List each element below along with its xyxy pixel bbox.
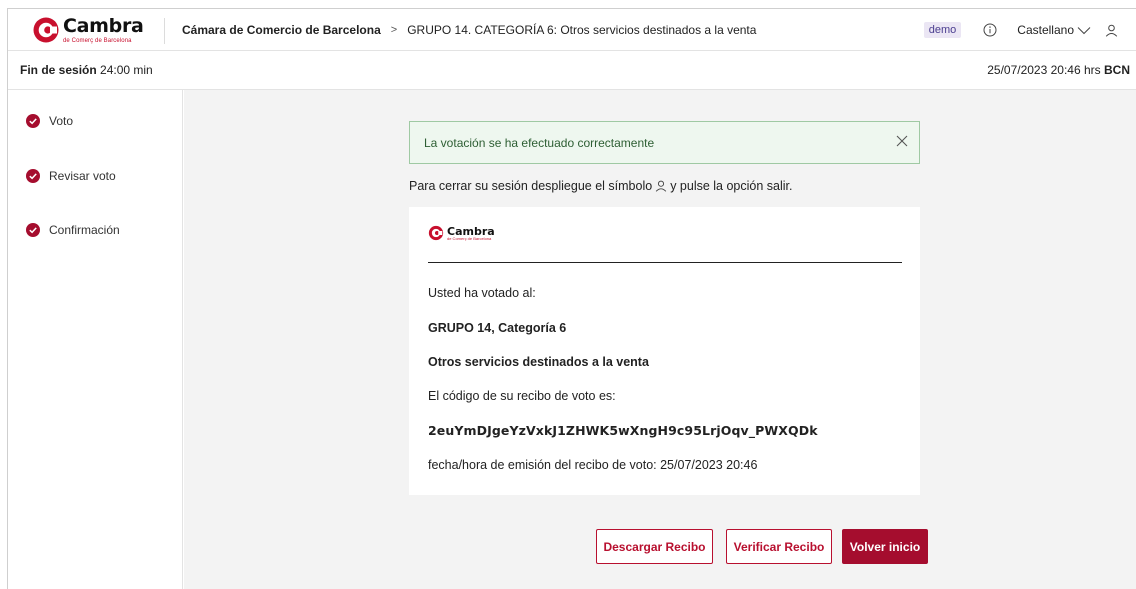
chevron-down-icon xyxy=(1077,26,1091,34)
logout-instruction: Para cerrar su sesión despliegue el símb… xyxy=(409,179,792,193)
city-code: BCN xyxy=(1104,63,1130,77)
step-label: Confirmación xyxy=(49,223,120,237)
breadcrumb-separator: > xyxy=(390,24,398,36)
cambra-logo-icon xyxy=(428,225,444,241)
header-divider xyxy=(164,18,165,44)
app-window: Cambra de Comerç de Barcelona Cámara de … xyxy=(7,8,1136,589)
instruction-before: Para cerrar su sesión despliegue el símb… xyxy=(409,179,653,193)
receipt-code-label: El código de su recibo de voto es: xyxy=(428,389,616,403)
check-circle-icon xyxy=(26,223,40,237)
language-label: Castellano xyxy=(1017,23,1074,37)
user-icon[interactable] xyxy=(1105,24,1118,37)
close-icon[interactable] xyxy=(896,135,908,147)
receipt-divider xyxy=(428,262,902,263)
check-circle-icon xyxy=(26,114,40,128)
check-circle-icon xyxy=(26,169,40,183)
receipt-issue-label: fecha/hora de emisión del recibo de voto… xyxy=(428,458,657,472)
cambra-logo-icon xyxy=(33,17,59,43)
breadcrumb-organization[interactable]: Cámara de Comercio de Barcelona xyxy=(182,23,381,37)
session-timer: Fin de sesión 24:00 min xyxy=(20,63,153,77)
receipt-brand-name: Cambra xyxy=(447,224,495,238)
current-datetime: 25/07/2023 20:46 hrs xyxy=(987,63,1101,77)
breadcrumb: Cámara de Comercio de Barcelona > GRUPO … xyxy=(182,9,756,51)
language-selector[interactable]: Castellano xyxy=(1017,23,1091,37)
session-remaining: 24:00 min xyxy=(100,63,153,77)
brand-name: Cambra xyxy=(63,14,144,37)
receipt-group: GRUPO 14, Categoría 6 xyxy=(428,321,567,335)
alert-message: La votación se ha efectuado correctament… xyxy=(424,135,655,150)
header-actions: demo Castellano xyxy=(923,9,1136,51)
brand-subtitle: de Comerç de Barcelona xyxy=(63,37,132,44)
vote-receipt: Cambra de Comerç de Barcelona Usted ha v… xyxy=(409,207,920,495)
receipt-logo: Cambra de Comerç de Barcelona xyxy=(428,225,495,241)
steps-sidebar: Voto Revisar voto Confirmación xyxy=(8,90,183,589)
step-label: Voto xyxy=(49,114,74,128)
instruction-after: y pulse la opción salir. xyxy=(670,179,793,193)
receipt-brand-subtitle: de Comerç de Barcelona xyxy=(447,235,492,241)
info-circle-icon[interactable] xyxy=(983,23,997,37)
receipt-intro: Usted ha votado al: xyxy=(428,286,536,300)
user-icon xyxy=(655,180,667,192)
download-receipt-button[interactable]: Descargar Recibo xyxy=(596,529,713,564)
verify-receipt-button[interactable]: Verificar Recibo xyxy=(726,529,832,564)
success-alert: La votación se ha efectuado correctament… xyxy=(409,121,920,164)
breadcrumb-current: GRUPO 14. CATEGORÍA 6: Otros servicios d… xyxy=(407,23,757,37)
step-confirmacion: Confirmación xyxy=(26,223,120,237)
session-label: Fin de sesión xyxy=(20,63,97,77)
brand-logo[interactable]: Cambra de Comerç de Barcelona xyxy=(32,16,144,44)
receipt-issue: fecha/hora de emisión del recibo de voto… xyxy=(428,458,757,472)
session-datetime: 25/07/2023 20:46 hrs BCN xyxy=(987,63,1130,77)
demo-badge: demo xyxy=(923,22,962,38)
back-home-button[interactable]: Volver inicio xyxy=(842,529,928,564)
receipt-category: Otros servicios destinados a la venta xyxy=(428,355,649,369)
receipt-code[interactable]: 2euYmDJgeYzVxkJ1ZHWK5wXngH9c95LrjOqv_PWX… xyxy=(428,423,818,438)
main-content: La votación se ha efectuado correctament… xyxy=(184,90,1136,589)
receipt-issue-datetime: 25/07/2023 20:46 xyxy=(660,458,758,472)
step-label: Revisar voto xyxy=(49,169,116,183)
step-revisar-voto: Revisar voto xyxy=(26,169,116,183)
top-header: Cambra de Comerç de Barcelona Cámara de … xyxy=(8,9,1136,51)
step-voto: Voto xyxy=(26,114,73,128)
session-bar: Fin de sesión 24:00 min 25/07/2023 20:46… xyxy=(8,51,1136,90)
